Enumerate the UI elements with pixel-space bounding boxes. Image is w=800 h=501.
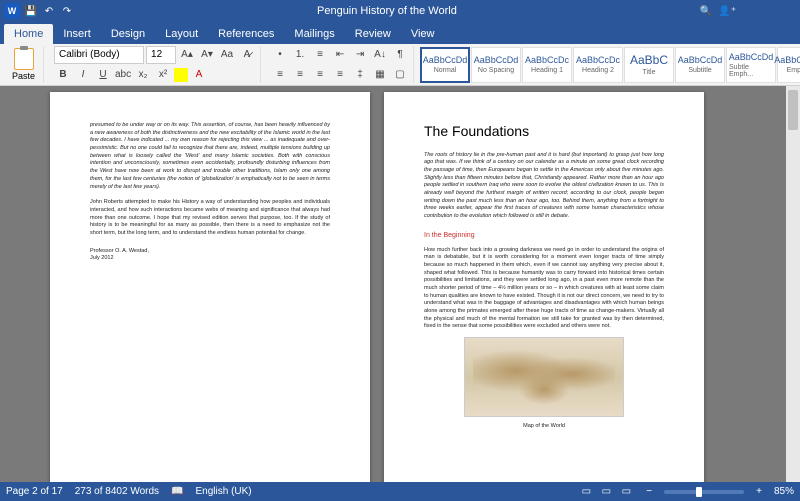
signature-date: July 2012 bbox=[90, 255, 330, 263]
spell-check-icon[interactable]: 📖 bbox=[171, 486, 183, 497]
style-normal[interactable]: AaBbCcDdNormal bbox=[420, 47, 470, 83]
tab-review[interactable]: Review bbox=[345, 24, 401, 44]
zoom-level[interactable]: 85% bbox=[774, 486, 794, 497]
status-bar: Page 2 of 17 273 of 8402 Words 📖 English… bbox=[0, 482, 800, 501]
map-image bbox=[464, 337, 624, 417]
grow-font-button[interactable]: A▴ bbox=[178, 46, 196, 64]
multilevel-button[interactable]: ≡ bbox=[311, 46, 329, 64]
style-nospacing[interactable]: AaBbCcDdNo Spacing bbox=[471, 47, 521, 83]
body-paragraph: How much further back into a growing dar… bbox=[424, 247, 664, 332]
tab-references[interactable]: References bbox=[208, 24, 284, 44]
style-title[interactable]: AaBbCTitle bbox=[624, 47, 674, 83]
clipboard-group: Paste bbox=[4, 46, 44, 83]
search-icon[interactable]: 🔍 bbox=[700, 6, 712, 17]
word-count[interactable]: 273 of 8402 Words bbox=[75, 486, 159, 497]
numbering-button[interactable]: 1. bbox=[291, 46, 309, 64]
redo-icon[interactable]: ↷ bbox=[60, 4, 74, 18]
paragraph: John Roberts attempted to make his Histo… bbox=[90, 199, 330, 237]
share-icon[interactable]: 👤⁺ bbox=[718, 6, 736, 17]
zoom-out-button[interactable]: − bbox=[646, 486, 652, 497]
titlebar: W 💾 ↶ ↷ Penguin History of the World 🔍 👤… bbox=[0, 0, 800, 22]
chapter-intro: The roots of history lie in the pre-huma… bbox=[424, 152, 664, 221]
tab-home[interactable]: Home bbox=[4, 24, 53, 44]
scroll-thumb[interactable] bbox=[788, 90, 798, 130]
undo-icon[interactable]: ↶ bbox=[42, 4, 56, 18]
justify-button[interactable]: ≡ bbox=[331, 66, 349, 84]
change-case-button[interactable]: Aa bbox=[218, 46, 236, 64]
subscript-button[interactable]: x₂ bbox=[134, 66, 152, 84]
paste-icon bbox=[14, 48, 34, 70]
clear-format-button[interactable]: A̷ bbox=[238, 46, 256, 64]
align-right-button[interactable]: ≡ bbox=[311, 66, 329, 84]
superscript-button[interactable]: x² bbox=[154, 66, 172, 84]
chapter-title: The Foundations bbox=[424, 122, 664, 142]
print-layout-icon[interactable]: ▭ bbox=[598, 485, 614, 499]
paste-button[interactable]: Paste bbox=[8, 46, 39, 83]
sort-button[interactable]: A↓ bbox=[371, 46, 389, 64]
vertical-scrollbar[interactable] bbox=[786, 86, 800, 482]
save-icon[interactable]: 💾 bbox=[24, 4, 38, 18]
font-color-button[interactable]: A bbox=[190, 66, 208, 84]
map-caption: Map of the World bbox=[424, 423, 664, 431]
bold-button[interactable]: B bbox=[54, 66, 72, 84]
paragraph-group: • 1. ≡ ⇤ ⇥ A↓ ¶ ≡ ≡ ≡ ≡ ‡ ▦ ▢ bbox=[267, 46, 414, 83]
decrease-indent-button[interactable]: ⇤ bbox=[331, 46, 349, 64]
tab-mailings[interactable]: Mailings bbox=[284, 24, 344, 44]
shading-button[interactable]: ▦ bbox=[371, 66, 389, 84]
ribbon-tabs: Home Insert Design Layout References Mai… bbox=[0, 22, 800, 44]
language-indicator[interactable]: English (UK) bbox=[196, 486, 252, 497]
page-left[interactable]: presumed to be under way or on its way. … bbox=[50, 92, 370, 482]
tab-design[interactable]: Design bbox=[101, 24, 155, 44]
read-mode-icon[interactable]: ▭ bbox=[578, 485, 594, 499]
bullets-button[interactable]: • bbox=[271, 46, 289, 64]
shrink-font-button[interactable]: A▾ bbox=[198, 46, 216, 64]
tab-insert[interactable]: Insert bbox=[53, 24, 101, 44]
strike-button[interactable]: abc bbox=[114, 66, 132, 84]
page-right[interactable]: The Foundations The roots of history lie… bbox=[384, 92, 704, 482]
page-indicator[interactable]: Page 2 of 17 bbox=[6, 486, 63, 497]
increase-indent-button[interactable]: ⇥ bbox=[351, 46, 369, 64]
style-heading2[interactable]: AaBbCcDcHeading 2 bbox=[573, 47, 623, 83]
style-subtle-emph[interactable]: AaBbCcDdSubtle Emph... bbox=[726, 47, 776, 83]
underline-button[interactable]: U bbox=[94, 66, 112, 84]
tab-layout[interactable]: Layout bbox=[155, 24, 208, 44]
font-name-select[interactable]: Calibri (Body) bbox=[54, 46, 144, 64]
view-mode-icons: ▭ ▭ ▭ bbox=[578, 485, 634, 499]
zoom-slider[interactable] bbox=[664, 490, 744, 494]
font-size-select[interactable]: 12 bbox=[146, 46, 176, 64]
style-subtitle[interactable]: AaBbCcDdSubtitle bbox=[675, 47, 725, 83]
show-marks-button[interactable]: ¶ bbox=[391, 46, 409, 64]
quick-access-toolbar: W 💾 ↶ ↷ bbox=[4, 3, 74, 19]
intro-italic: presumed to be under way or on its way. … bbox=[90, 122, 330, 191]
subheading: In the Beginning bbox=[424, 231, 664, 241]
style-heading1[interactable]: AaBbCcDcHeading 1 bbox=[522, 47, 572, 83]
align-center-button[interactable]: ≡ bbox=[291, 66, 309, 84]
align-left-button[interactable]: ≡ bbox=[271, 66, 289, 84]
web-layout-icon[interactable]: ▭ bbox=[618, 485, 634, 499]
ribbon: Paste Calibri (Body) 12 A▴ A▾ Aa A̷ B I … bbox=[0, 44, 800, 86]
zoom-in-button[interactable]: + bbox=[756, 486, 762, 497]
line-spacing-button[interactable]: ‡ bbox=[351, 66, 369, 84]
styles-gallery: AaBbCcDdNormal AaBbCcDdNo Spacing AaBbCc… bbox=[420, 47, 800, 83]
borders-button[interactable]: ▢ bbox=[391, 66, 409, 84]
signature-name: Professor O. A. Westad, bbox=[90, 248, 330, 256]
word-app-icon: W bbox=[4, 3, 20, 19]
italic-button[interactable]: I bbox=[74, 66, 92, 84]
highlight-button[interactable] bbox=[174, 68, 188, 82]
font-group: Calibri (Body) 12 A▴ A▾ Aa A̷ B I U abc … bbox=[50, 46, 261, 83]
tab-view[interactable]: View bbox=[401, 24, 445, 44]
document-title: Penguin History of the World bbox=[74, 5, 700, 17]
style-emphasis[interactable]: AaBbCcDdEeEmphasis bbox=[777, 47, 800, 83]
document-workspace: presumed to be under way or on its way. … bbox=[0, 86, 800, 482]
